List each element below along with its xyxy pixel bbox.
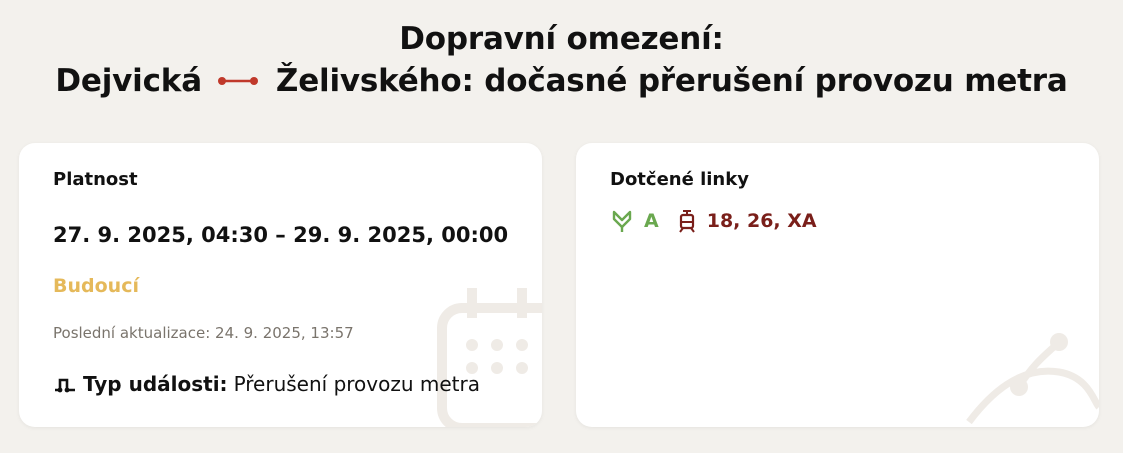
tram-lines-link[interactable]: 18, 26, XA [707,210,817,232]
to-station-text: Želivského: dočasné přerušení provozu me… [275,63,1068,99]
title-line1: Dopravní omezení: [399,21,724,57]
from-station: Dejvická [55,63,202,99]
last-update: Poslední aktualizace: 24. 9. 2025, 13:57 [53,324,354,342]
title-line2: Dejvická Želivského: dočasné přerušení p… [55,60,1067,102]
interruption-icon [55,378,75,393]
tram-icon [678,210,695,233]
validity-card: Platnost 27. 9. 2025, 04:30 – 29. 9. 202… [19,143,542,427]
date-range: 27. 9. 2025, 04:30 – 29. 9. 2025, 00:00 [53,223,509,247]
metro-line-link[interactable]: A [644,210,659,232]
route-line-icon [217,77,258,85]
lines-label: Dotčené linky [610,169,749,190]
affected-lines: A 18, 26, XA [610,209,817,233]
page-title: Dopravní omezení: Dejvická Želivského: d… [0,18,1123,102]
map-icon [966,333,1099,425]
event-value: Přerušení provozu metra [233,372,480,396]
metro-icon [612,210,632,232]
event-type: Typ události: Přerušení provozu metra [53,372,480,396]
event-label: Typ události: [83,372,228,396]
validity-label: Platnost [53,169,138,190]
status-badge: Budoucí [53,275,139,297]
calendar-icon [437,288,542,427]
lines-card: Dotčené linky A 18, 26, XA [576,143,1099,427]
